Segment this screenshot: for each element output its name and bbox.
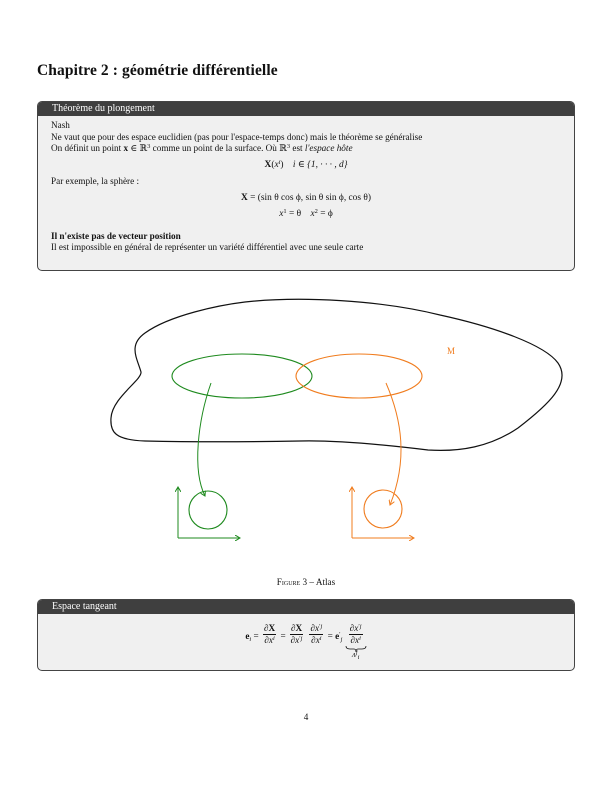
page-number: 4 xyxy=(303,712,309,722)
underbrace-term: ∂x′j ∂xi Λji xyxy=(345,623,367,661)
left-chart-region xyxy=(171,353,313,399)
left-chart-map-arrow xyxy=(197,382,212,496)
underbrace-label: Λji xyxy=(351,649,360,661)
right-chart-disk xyxy=(363,489,403,529)
figure-caption-label: Figure 3 xyxy=(276,577,308,587)
manifold-outline xyxy=(110,298,563,451)
right-chart-map-arrow xyxy=(385,382,402,505)
tangent-box-header: Espace tangeant xyxy=(38,600,574,614)
atlas-figure: M xyxy=(110,298,563,600)
figure-caption-text: Atlas xyxy=(315,577,336,587)
tangent-equation: ei = ∂X ∂xi = ∂X ∂x′j ∂x′j ∂xi = e′j ∂x′j ∂x… xyxy=(38,614,574,666)
left-chart-disk xyxy=(188,490,228,530)
right-chart-region xyxy=(295,353,423,399)
manifold-label: M xyxy=(447,346,455,356)
figure-caption: Figure 3 – Atlas xyxy=(276,577,336,587)
tangent-box: Espace tangeant ei = ∂X ∂xi = ∂X ∂x′j ∂x′j… xyxy=(37,599,575,671)
